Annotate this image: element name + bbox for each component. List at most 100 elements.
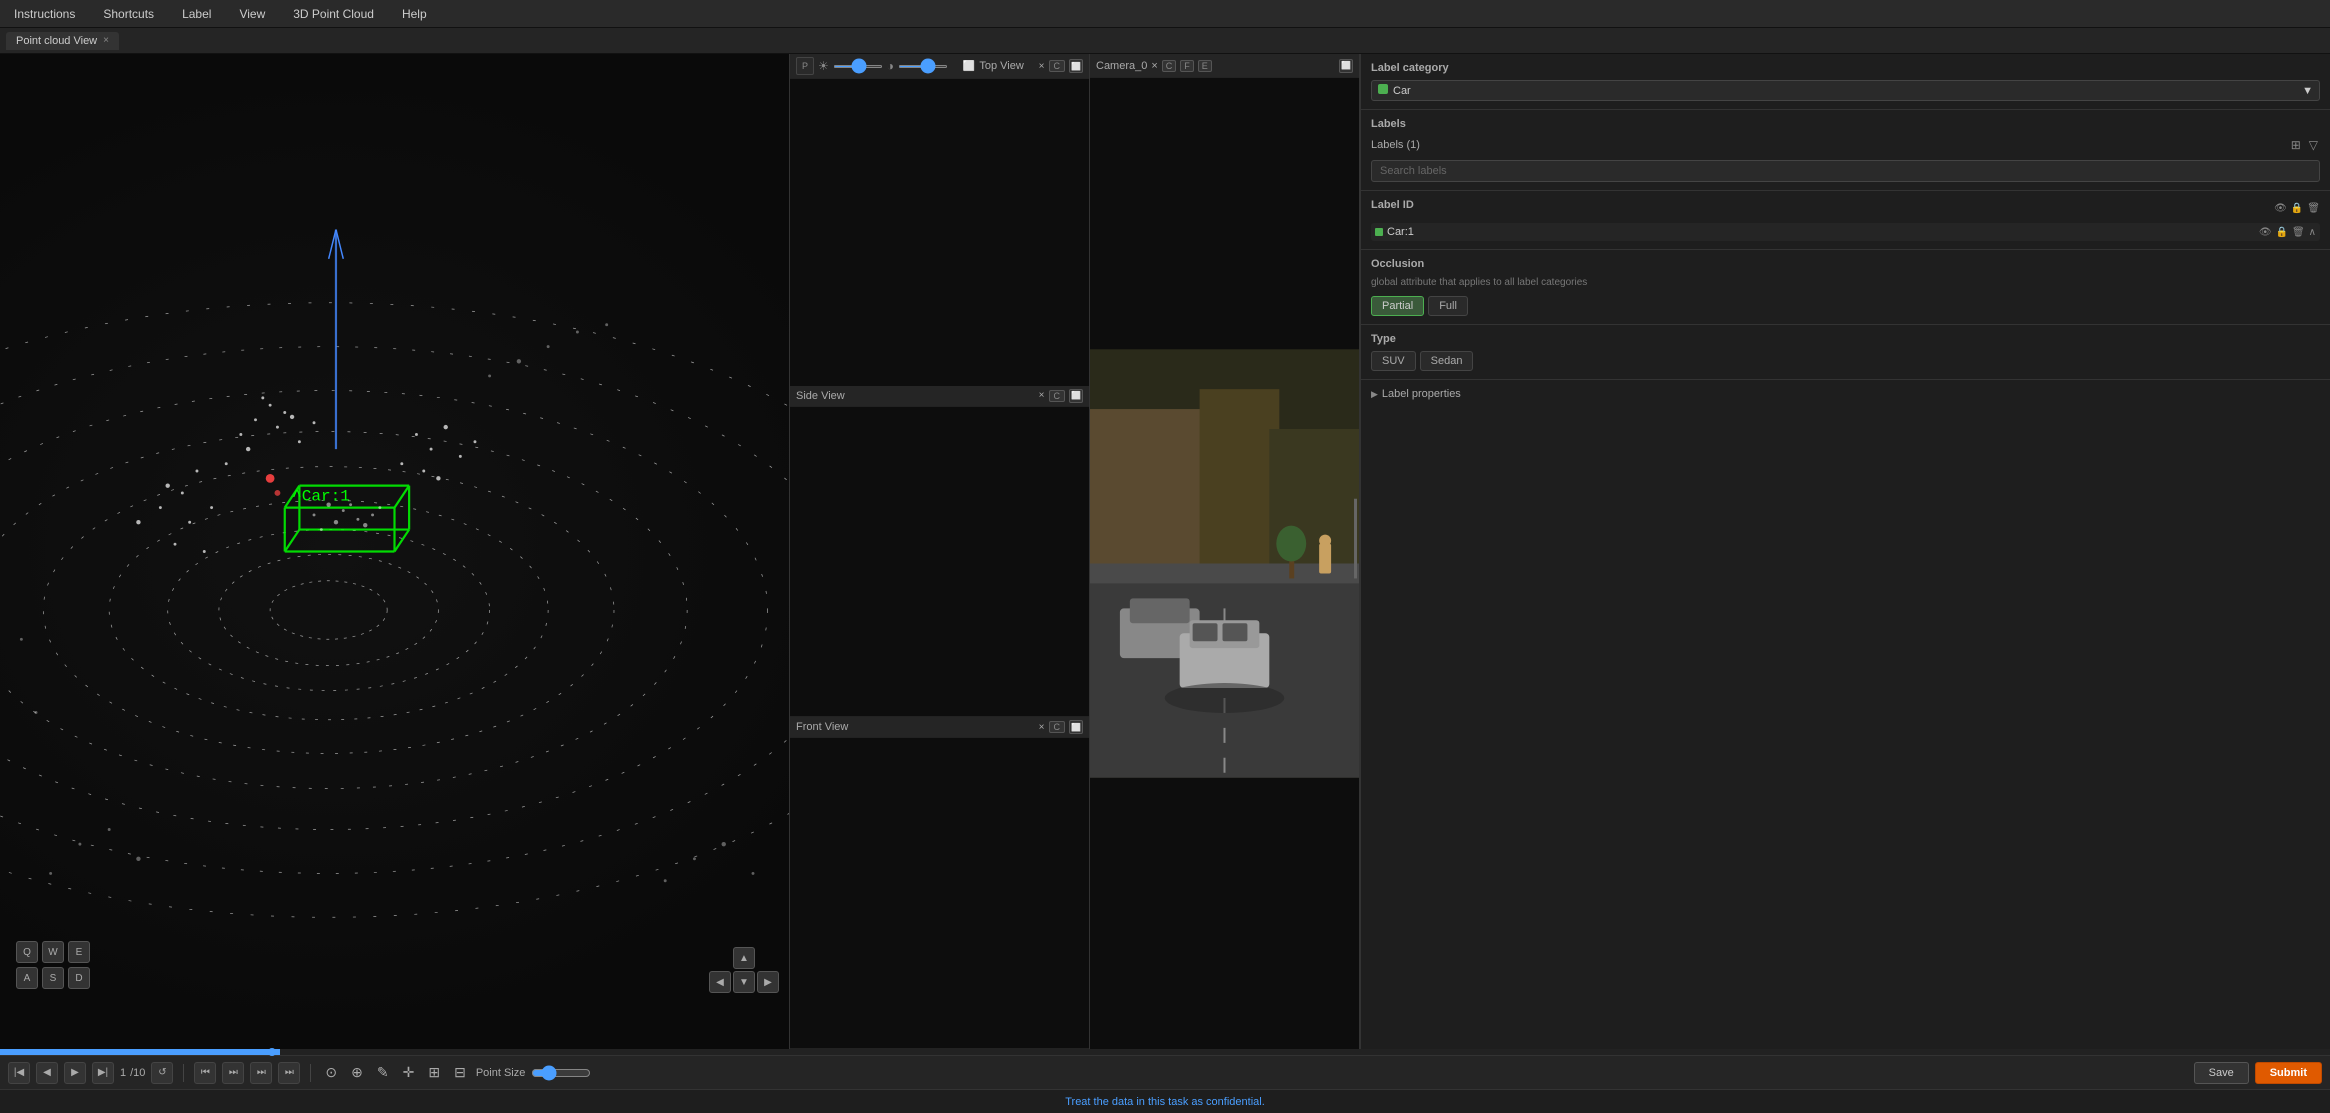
main-tab[interactable]: Point cloud View × xyxy=(6,32,119,50)
topview-badge[interactable]: C xyxy=(1049,60,1066,72)
prev-frame-btn[interactable]: ◀ xyxy=(36,1062,58,1084)
camera-badge-e[interactable]: E xyxy=(1198,60,1212,72)
sort-icon-btn[interactable]: ▽ xyxy=(2307,136,2320,154)
topview-panel-icon[interactable]: P xyxy=(796,57,814,75)
nav-left[interactable]: ◀ xyxy=(709,971,731,993)
street-scene-svg xyxy=(1090,78,1359,1049)
front-view-header: Front View × C ⬜ xyxy=(790,717,1089,738)
topview-expand[interactable]: ⬜ xyxy=(963,61,975,72)
nav-up[interactable]: ▲ xyxy=(733,947,755,969)
transform-tool[interactable]: ⊞ xyxy=(424,1062,444,1083)
main-layout: ^Car:1 xyxy=(0,54,2330,1049)
label-lock-icon[interactable]: 🔒 xyxy=(2276,227,2288,238)
menu-instructions[interactable]: Instructions xyxy=(8,3,81,25)
partial-btn[interactable]: Partial xyxy=(1371,296,1424,316)
save-button[interactable]: Save xyxy=(2194,1062,2249,1084)
submit-button[interactable]: Submit xyxy=(2255,1062,2322,1084)
labels-count-row: Labels (1) ⊞ ▽ xyxy=(1371,136,2320,154)
type-btn-group: SUV Sedan xyxy=(1371,351,2320,371)
label-item-text: Car:1 xyxy=(1387,226,2255,238)
menu-shortcuts[interactable]: Shortcuts xyxy=(97,3,160,25)
measure-tool[interactable]: ⊟ xyxy=(450,1062,470,1083)
next-skip-btn[interactable]: ⏭ xyxy=(250,1062,272,1084)
front-view-canvas[interactable] xyxy=(790,738,1089,1045)
sedan-btn[interactable]: Sedan xyxy=(1420,351,1474,371)
nav-down[interactable]: ▼ xyxy=(733,971,755,993)
menu-view[interactable]: View xyxy=(233,3,271,25)
top-view-panel: P ☀ ◑ ⬜ Top View × C ⬜ xyxy=(790,54,1089,386)
point-size-slider[interactable] xyxy=(531,1065,591,1081)
lock-icon[interactable]: 🔒 xyxy=(2291,203,2303,214)
box-tool[interactable]: ⊕ xyxy=(347,1062,367,1083)
sideview-expand-btn[interactable]: ⬜ xyxy=(1069,389,1083,403)
category-value: Car xyxy=(1393,85,1411,97)
key-s[interactable]: S xyxy=(42,967,64,989)
label-props-row[interactable]: ▶ Label properties xyxy=(1371,388,2320,400)
top-view-canvas[interactable] xyxy=(790,79,1089,386)
topview-expand-btn[interactable]: ⬜ xyxy=(1069,59,1083,73)
occlusion-desc: global attribute that applies to all lab… xyxy=(1371,276,2320,290)
label-id-icons: 👁 🔒 🗑 xyxy=(2274,203,2320,214)
key-e[interactable]: E xyxy=(68,941,90,963)
move-tool[interactable]: ✛ xyxy=(399,1062,419,1083)
label-expand-icon[interactable]: ∧ xyxy=(2309,227,2316,238)
topview-close[interactable]: × xyxy=(1039,61,1045,72)
contrast-slider[interactable] xyxy=(898,65,948,68)
first-frame-btn[interactable]: |◀ xyxy=(8,1062,30,1084)
side-view-header: Side View × C ⬜ xyxy=(790,386,1089,407)
key-row-2: A S D xyxy=(16,967,90,989)
hide-icon[interactable]: 👁 xyxy=(2274,203,2287,214)
label-trash-icon[interactable]: 🗑 xyxy=(2292,227,2305,238)
frontview-close[interactable]: × xyxy=(1039,722,1045,733)
type-title: Type xyxy=(1371,333,2320,345)
tab-label: Point cloud View xyxy=(16,35,97,47)
full-btn[interactable]: Full xyxy=(1428,296,1468,316)
progress-bar-area[interactable] xyxy=(0,1049,2330,1055)
prev-skip-btn[interactable]: ⏮ xyxy=(194,1062,216,1084)
camera-badge-f[interactable]: F xyxy=(1180,60,1194,72)
menu-3d-point-cloud[interactable]: 3D Point Cloud xyxy=(287,3,380,25)
label-id-header: Label ID 👁 🔒 🗑 xyxy=(1371,199,2320,217)
suv-btn[interactable]: SUV xyxy=(1371,351,1416,371)
frontview-expand-btn[interactable]: ⬜ xyxy=(1069,720,1083,734)
side-view-canvas[interactable] xyxy=(790,407,1089,714)
nav-right[interactable]: ▶ xyxy=(757,971,779,993)
trash-icon[interactable]: 🗑 xyxy=(2307,203,2320,214)
prev-step-btn[interactable]: ⏭ xyxy=(222,1062,244,1084)
front-view-panel: Front View × C ⬜ xyxy=(790,717,1089,1049)
key-q[interactable]: Q xyxy=(16,941,38,963)
right-views: P ☀ ◑ ⬜ Top View × C ⬜ Side View × C ⬜ xyxy=(790,54,1090,1049)
camera-badge-c[interactable]: C xyxy=(1162,60,1177,72)
refresh-btn[interactable]: ↺ xyxy=(151,1062,173,1084)
key-d[interactable]: D xyxy=(68,967,90,989)
status-bar: Treat the data in this task as confident… xyxy=(0,1089,2330,1113)
label-hide-icon[interactable]: 👁 xyxy=(2259,227,2272,238)
occlusion-section: Occlusion global attribute that applies … xyxy=(1361,250,2330,325)
labels-panel: Label category Car ▼ Labels Labels (1) ⊞… xyxy=(1360,54,2330,1049)
camera-close[interactable]: × xyxy=(1151,60,1157,72)
camera-label: Camera_0 xyxy=(1096,60,1147,72)
label-id-title: Label ID xyxy=(1371,199,1414,211)
last-frame-btn[interactable]: ▶| xyxy=(92,1062,114,1084)
menu-help[interactable]: Help xyxy=(396,3,433,25)
pc-canvas[interactable]: ^Car:1 xyxy=(0,54,789,1049)
play-btn[interactable]: ▶ xyxy=(64,1062,86,1084)
camera-expand-btn[interactable]: ⬜ xyxy=(1339,59,1353,73)
brightness-slider[interactable] xyxy=(833,65,883,68)
filter-icon-btn[interactable]: ⊞ xyxy=(2289,136,2303,154)
key-a[interactable]: A xyxy=(16,967,38,989)
frontview-badge[interactable]: C xyxy=(1049,721,1066,733)
menu-label[interactable]: Label xyxy=(176,3,217,25)
tab-close[interactable]: × xyxy=(103,35,109,46)
search-labels-input[interactable] xyxy=(1371,160,2320,182)
key-w[interactable]: W xyxy=(42,941,64,963)
sideview-badge[interactable]: C xyxy=(1049,390,1066,402)
category-select[interactable]: Car ▼ xyxy=(1371,80,2320,101)
select-tool[interactable]: ⊙ xyxy=(321,1062,341,1083)
next-last-btn[interactable]: ⏭ xyxy=(278,1062,300,1084)
label-props-section[interactable]: ▶ Label properties xyxy=(1361,380,2330,408)
sideview-close[interactable]: × xyxy=(1039,390,1045,401)
progress-handle[interactable] xyxy=(268,1048,276,1056)
pencil-tool[interactable]: ✎ xyxy=(373,1062,393,1083)
camera-image[interactable] xyxy=(1090,78,1359,1049)
